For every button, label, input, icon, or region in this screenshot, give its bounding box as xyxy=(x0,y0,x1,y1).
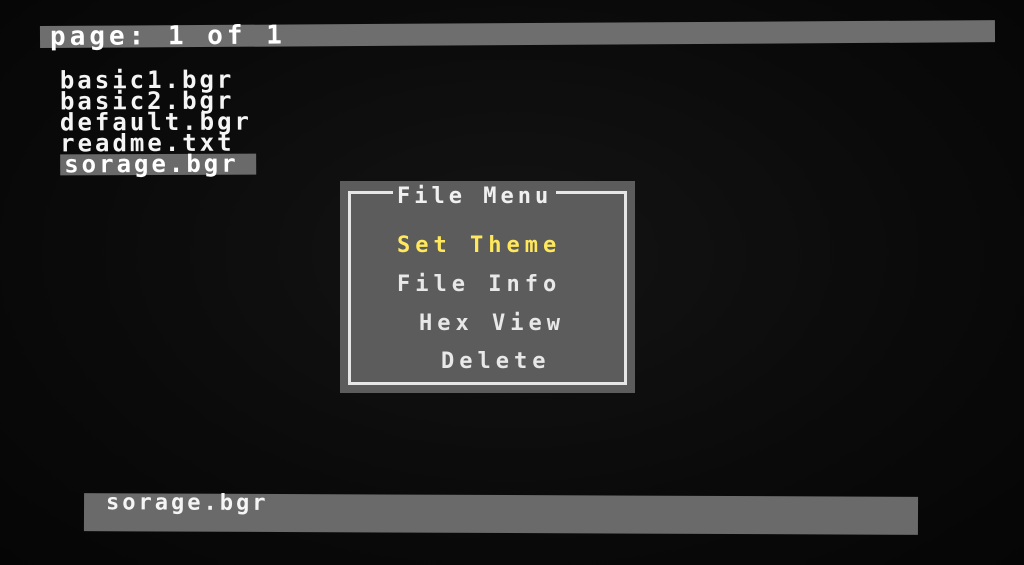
menu-item-file-info[interactable]: File Info xyxy=(397,273,561,297)
page-header-bar: page: 1 of 1 xyxy=(39,20,996,52)
menu-item-hex-view[interactable]: Hex View xyxy=(419,312,565,336)
status-bar: sorage.bgr xyxy=(83,490,919,535)
menu-item-delete[interactable]: Delete xyxy=(441,350,550,374)
file-list: basic1.bgr basic2.bgr default.bgr readme… xyxy=(56,66,257,178)
file-menu-frame: File Menu Set Theme File Info Hex View D… xyxy=(348,186,627,385)
file-browser-screen: page: 1 of 1 basic1.bgr basic2.bgr defau… xyxy=(0,0,1024,565)
file-menu-title: File Menu xyxy=(393,186,557,208)
page-indicator: page: 1 of 1 xyxy=(49,20,286,52)
file-menu-dialog: File Menu Set Theme File Info Hex View D… xyxy=(340,181,635,393)
menu-item-set-theme[interactable]: Set Theme xyxy=(397,234,561,258)
file-item-sorage-selected[interactable]: sorage.bgr xyxy=(60,150,257,178)
selected-file-label: sorage.bgr xyxy=(105,490,269,516)
